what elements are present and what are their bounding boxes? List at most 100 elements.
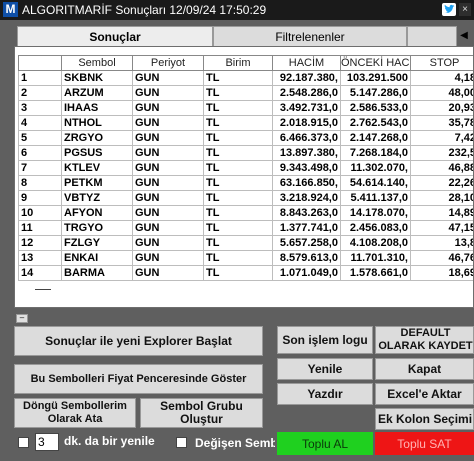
table-row[interactable]: 10 AFYON GUN TL 8.843.263,0 14.178.070, 14,89 [18,205,473,221]
table-cell: GUN [132,70,204,86]
sell-all-button[interactable]: Toplu SAT [375,432,474,455]
table-cell: 1.377.741,0 [272,220,341,236]
table-cell: SKBNK [61,70,133,86]
table-row[interactable]: 14 BARMA GUN TL 1.071.049,0 1.578.661,0 18,69 [18,265,473,281]
create-symbol-group-button[interactable]: Sembol Grubu Oluştur [140,398,263,428]
column-header[interactable] [18,55,62,71]
table-cell: 13 [18,250,62,266]
tab-extra[interactable] [407,26,457,46]
table-cell: 18,69 [410,265,473,281]
table-cell: 6.466.373,0 [272,130,341,146]
table-cell: 14,89 [410,205,473,221]
table-row[interactable]: 2 ARZUM GUN TL 2.548.286,0 5.147.286,0 48,00 [18,85,473,101]
table-cell: GUN [132,175,204,191]
close-button[interactable]: Kapat [375,358,474,380]
table-cell: 4.108.208,0 [340,235,411,251]
table-cell: 7 [18,160,62,176]
table-cell: 8.579.613,0 [272,250,341,266]
set-loop-symbols-button[interactable]: Döngü Sembollerim Olarak Ata [14,398,136,428]
collapse-button[interactable]: – [16,314,28,323]
table-cell: GUN [132,100,204,116]
tab-scroll-left-icon[interactable]: ◀ [457,28,471,44]
table-cell: 48,00 [410,85,473,101]
table-row[interactable]: 1 SKBNK GUN TL 92.187.380, 103.291.500 4,18 [18,70,473,86]
table-cell: 3 [18,100,62,116]
refresh-button[interactable]: Yenile [277,358,373,380]
refresh-interval-label: dk. da bir yenile [64,434,155,448]
changing-symbols-checkbox[interactable] [176,437,187,448]
table-cell: 6 [18,145,62,161]
table-cell: IHAAS [61,100,133,116]
buy-all-button[interactable]: Toplu AL [277,432,373,455]
table-cell: VBTYZ [61,190,133,206]
table-cell: GUN [132,160,204,176]
table-cell: TL [203,160,273,176]
table-cell: TL [203,85,273,101]
scroll-indicator [35,289,51,290]
print-button[interactable]: Yazdır [277,383,373,405]
table-row[interactable]: 6 PGSUS GUN TL 13.897.380, 7.268.184,0 232,5 [18,145,473,161]
tab-results[interactable]: Sonuçlar [17,26,213,46]
column-header[interactable]: Birim [203,55,273,71]
column-header[interactable]: ÖNCEKİ HACİ [340,55,411,71]
table-cell: GUN [132,115,204,131]
table-cell: 8.843.263,0 [272,205,341,221]
table-cell: GUN [132,190,204,206]
table-cell: ZRGYO [61,130,133,146]
twitter-icon[interactable] [442,3,456,16]
table-cell: 7.268.184,0 [340,145,411,161]
column-header[interactable]: HACİM [272,55,341,71]
extra-column-select-button[interactable]: Ek Kolon Seçimi [375,408,474,430]
table-cell: 11 [18,220,62,236]
table-row[interactable]: 9 VBTYZ GUN TL 3.218.924,0 5.411.137,0 28,10 [18,190,473,206]
title-bar: M ALGORITMARİF Sonuçları 12/09/24 17:50:… [0,0,474,20]
table-row[interactable]: 7 KTLEV GUN TL 9.343.498,0 11.302.070, 46,88 [18,160,473,176]
table-row[interactable]: 3 IHAAS GUN TL 3.492.731,0 2.586.533,0 20,93 [18,100,473,116]
table-cell: TL [203,220,273,236]
table-cell: TL [203,250,273,266]
table-cell: 2.147.268,0 [340,130,411,146]
table-cell: GUN [132,250,204,266]
table-cell: 5 [18,130,62,146]
refresh-interval-input[interactable]: 3 [35,433,59,451]
export-excel-button[interactable]: Excel'e Aktar [375,383,474,405]
show-in-price-window-button[interactable]: Bu Sembolleri Fiyat Penceresinde Göster [14,364,263,394]
table-cell: GUN [132,85,204,101]
table-cell: TL [203,205,273,221]
table-cell: 103.291.500 [340,70,411,86]
table-row[interactable]: 13 ENKAI GUN TL 8.579.613,0 11.701.310, 46,76 [18,250,473,266]
last-log-button[interactable]: Son işlem logu [277,326,373,354]
table-cell: 11.302.070, [340,160,411,176]
table-row[interactable]: 11 TRGYO GUN TL 1.377.741,0 2.456.083,0 47,15 [18,220,473,236]
new-explorer-button[interactable]: Sonuçlar ile yeni Explorer Başlat [14,326,263,356]
table-cell: 9 [18,190,62,206]
column-header[interactable]: STOP [410,55,473,71]
auto-refresh-checkbox[interactable] [18,437,29,448]
table-cell: TL [203,115,273,131]
column-header[interactable]: Sembol [61,55,133,71]
table-cell: NTHOL [61,115,133,131]
results-grid: Sembol Periyot Birim HACİM ÖNCEKİ HACİ STOP 1… [14,46,474,308]
table-cell: GUN [132,265,204,281]
column-header[interactable]: Periyot [132,55,204,71]
table-cell: 10 [18,205,62,221]
table-cell: ENKAI [61,250,133,266]
table-row[interactable]: 4 NTHOL GUN TL 2.018.915,0 2.762.543,0 35,78 [18,115,473,131]
close-window-button[interactable]: × [459,3,471,16]
table-cell: 232,5 [410,145,473,161]
table-cell: 3.218.924,0 [272,190,341,206]
table-cell: 5.147.286,0 [340,85,411,101]
table-row[interactable]: 8 PETKM GUN TL 63.166.850, 54.614.140, 22,26 [18,175,473,191]
default-save-button[interactable]: DEFAULT OLARAK KAYDET [375,326,474,354]
table-cell: 11.701.310, [340,250,411,266]
table-row[interactable]: 12 FZLGY GUN TL 5.657.258,0 4.108.208,0 13,8 [18,235,473,251]
tab-filtered[interactable]: Filtrelenenler [213,26,407,46]
table-cell: 4 [18,115,62,131]
table-cell: AFYON [61,205,133,221]
table-cell: 2.456.083,0 [340,220,411,236]
table-cell: 7,42 [410,130,473,146]
table-cell: TL [203,235,273,251]
table-row[interactable]: 5 ZRGYO GUN TL 6.466.373,0 2.147.268,0 7,42 [18,130,473,146]
table-cell: TL [203,100,273,116]
table-cell: 14.178.070, [340,205,411,221]
